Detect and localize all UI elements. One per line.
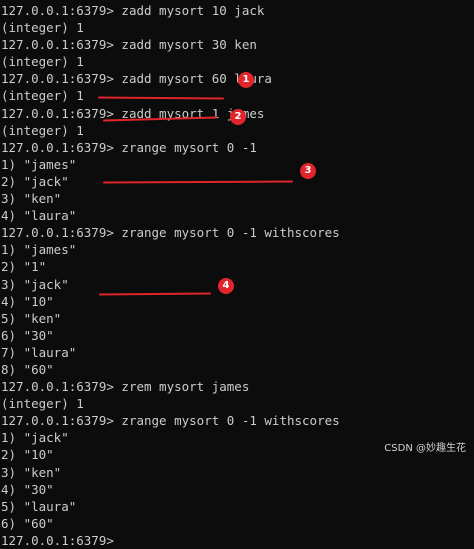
prompt: 127.0.0.1:6379> <box>1 3 114 18</box>
terminal-line: 127.0.0.1:6379> zadd mysort 30 ken <box>0 36 474 53</box>
terminal-line: 7) "laura" <box>1 344 77 360</box>
prompt: 127.0.0.1:6379> <box>1 139 114 155</box>
command-text: zrange mysort 0 -1 withscores <box>113 413 340 429</box>
command-text: zrange mysort 0 -1 <box>113 139 257 155</box>
command-text: zrange mysort 0 -1 withscores <box>113 225 340 241</box>
terminal-line: 127.0.0.1:6379> zadd mysort 10 jack <box>0 2 474 19</box>
annotation-badge-3: 3 <box>300 163 316 179</box>
terminal-line: 1) "james" <box>1 242 77 258</box>
terminal-line: 127.0.0.1:6379> <box>0 532 474 549</box>
terminal-line: 8) "60" <box>1 361 54 377</box>
terminal-line: 4) "30" <box>1 481 54 497</box>
terminal-line: 127.0.0.1:6379> zrange mysort 0 -1 <box>0 139 474 156</box>
terminal-line: 5) "ken" <box>1 310 62 326</box>
terminal-line: (integer) 1 <box>1 20 84 36</box>
terminal-line: 127.0.0.1:6379> zrem mysort james <box>0 378 474 395</box>
annotation-badge-1: 1 <box>238 72 254 88</box>
prompt: 127.0.0.1:6379> <box>1 105 114 121</box>
annotation-badge-4: 4 <box>218 278 234 294</box>
terminal-line: 127.0.0.1:6379> zadd mysort 60 laura <box>0 70 474 87</box>
terminal-line: 1) "james" <box>1 156 77 172</box>
annotation-badge-2: 2 <box>230 109 246 125</box>
prompt: 127.0.0.1:6379> <box>1 532 114 548</box>
terminal-line: (integer) 1 <box>1 88 84 104</box>
terminal-line: 4) "laura" <box>1 208 77 224</box>
terminal-line: 3) "ken" <box>1 464 62 480</box>
terminal-line: 6) "30" <box>1 327 54 343</box>
terminal-line: (integer) 1 <box>1 54 84 70</box>
command-text: zadd mysort 30 ken <box>113 37 257 53</box>
prompt: 127.0.0.1:6379> <box>1 71 114 87</box>
command-text: zadd mysort 10 jack <box>113 3 265 18</box>
prompt: 127.0.0.1:6379> <box>1 37 114 53</box>
terminal-line: 3) "ken" <box>1 191 62 207</box>
terminal-line: 5) "laura" <box>1 498 77 514</box>
terminal-line: 2) "1" <box>1 259 47 275</box>
terminal-line: 127.0.0.1:6379> zrange mysort 0 -1 withs… <box>0 412 474 429</box>
prompt: 127.0.0.1:6379> <box>1 413 114 429</box>
watermark: CSDN @妙趣生花 <box>384 443 466 454</box>
command-text: zrem mysort james <box>113 379 250 395</box>
terminal-line: 4) "10" <box>1 293 54 309</box>
terminal-line: 3) "jack" <box>1 276 69 292</box>
prompt: 127.0.0.1:6379> <box>1 379 114 395</box>
terminal-line: 127.0.0.1:6379> zrange mysort 0 -1 withs… <box>0 224 474 241</box>
prompt: 127.0.0.1:6379> <box>1 225 114 241</box>
terminal-window[interactable]: 127.0.0.1:6379> zadd mysort 10 jack (int… <box>0 0 474 548</box>
terminal-line: 6) "60" <box>1 515 54 531</box>
terminal-line: (integer) 1 <box>1 396 84 412</box>
